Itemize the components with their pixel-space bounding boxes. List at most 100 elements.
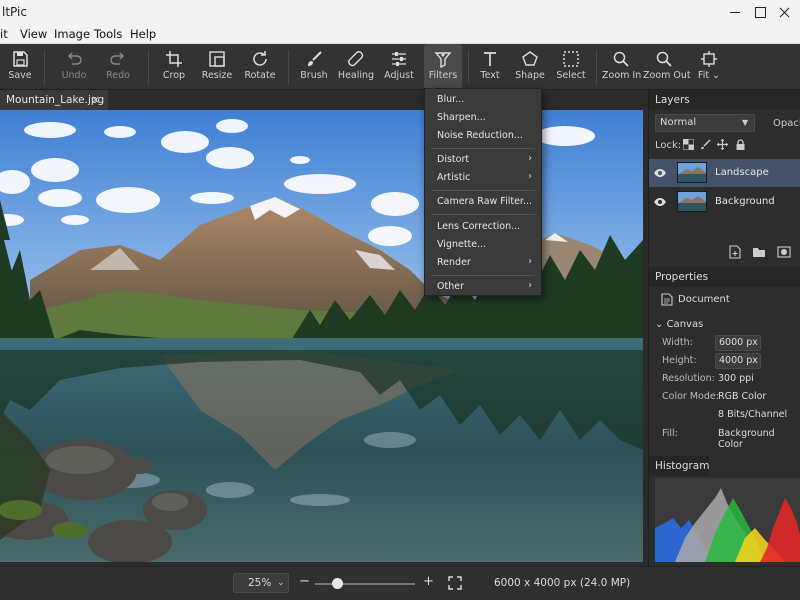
title-bar: ltPic (0, 0, 800, 24)
menu-item-noise-reduction[interactable]: Noise Reduction... (425, 127, 541, 145)
document-tab[interactable]: Mountain_Lake.jpg × (0, 90, 108, 110)
fit-button[interactable]: Fit ⌄ (692, 44, 726, 90)
properties-panel-header: Properties (649, 267, 800, 287)
tab-close-icon[interactable]: × (91, 93, 100, 106)
crop-button[interactable]: Crop (156, 44, 192, 90)
menu-item-vignette[interactable]: Vignette... (425, 236, 541, 254)
adjust-button[interactable]: Adjust (381, 44, 417, 90)
new-layer-icon[interactable] (728, 245, 742, 259)
chevron-down-icon: ⌄ (655, 319, 664, 330)
canvas-section-header[interactable]: ⌄ Canvas (655, 319, 703, 330)
menu-separator (431, 190, 535, 191)
chevron-down-icon: ⌄ (277, 578, 285, 588)
layers-panel-header: Layers (649, 90, 800, 110)
lock-pixels-icon[interactable] (700, 139, 711, 150)
resize-button[interactable]: Resize (199, 44, 235, 90)
fit-icon (692, 44, 726, 70)
image-canvas[interactable] (0, 110, 643, 562)
healing-icon (336, 44, 376, 70)
eye-icon[interactable] (654, 167, 666, 179)
status-bar: 25% ⌄ − + 6000 x 4000 px (24.0 MP) (0, 566, 800, 600)
rotate-button[interactable]: Rotate (242, 44, 278, 90)
histogram-panel-header: Histogram (649, 456, 709, 476)
layer-thumbnail (677, 191, 707, 212)
shape-button[interactable]: Shape (512, 44, 548, 90)
zoom-slider-track[interactable] (315, 583, 415, 585)
close-window-icon[interactable] (770, 0, 800, 24)
select-button[interactable]: Select (553, 44, 589, 90)
zoom-level-select[interactable]: 25% ⌄ (233, 573, 289, 593)
menu-image[interactable]: Image (54, 27, 90, 41)
brush-button[interactable]: Brush (296, 44, 332, 90)
menu-item-lens-correction[interactable]: Lens Correction... (425, 218, 541, 236)
toolbar: Save Undo Redo Crop Resize Rotate Brush … (0, 44, 800, 90)
opacity-label: Opacity (773, 118, 800, 129)
document-size-info: 6000 x 4000 px (24.0 MP) (494, 577, 631, 589)
crop-icon (156, 44, 192, 70)
chevron-down-icon: ▼ (742, 118, 749, 127)
document-label: Document (678, 294, 730, 305)
document-tab-bar: Mountain_Lake.jpg × (0, 90, 648, 110)
rotate-icon (242, 44, 278, 70)
undo-icon (56, 44, 92, 70)
chevron-right-icon: › (528, 256, 532, 267)
right-panel: Layers Normal ▼ Opacity Lock: Landscape … (648, 90, 800, 566)
zoom-in-button[interactable]: Zoom In (602, 44, 641, 90)
chevron-right-icon: › (528, 171, 532, 182)
zoom-in-small-button[interactable]: + (423, 574, 434, 589)
zoom-out-icon (643, 44, 685, 70)
chevron-right-icon: › (528, 153, 532, 164)
text-button[interactable]: Text (473, 44, 507, 90)
text-icon (473, 44, 507, 70)
folder-icon[interactable] (752, 245, 766, 259)
layer-thumbnail (677, 162, 707, 183)
document-icon (661, 293, 673, 306)
adjust-icon (381, 44, 417, 70)
menu-help[interactable]: Help (130, 27, 156, 41)
filters-icon (424, 44, 462, 70)
lock-all-icon[interactable] (735, 139, 746, 150)
lock-position-icon[interactable] (717, 139, 728, 150)
toolbar-separator (44, 50, 45, 84)
menu-view[interactable]: View (20, 27, 47, 41)
zoom-in-icon (602, 44, 640, 70)
chevron-down-icon: ⌄ (712, 70, 721, 81)
zoom-slider-handle[interactable] (332, 578, 343, 589)
redo-button[interactable]: Redo (100, 44, 136, 90)
menu-item-artistic[interactable]: Artistic › (425, 169, 541, 187)
save-icon (2, 44, 38, 70)
height-input[interactable]: 4000 px (715, 353, 761, 369)
healing-button[interactable]: Healing (336, 44, 376, 90)
menu-separator (431, 214, 535, 215)
fit-screen-icon[interactable] (448, 576, 462, 590)
undo-button[interactable]: Undo (56, 44, 92, 90)
app-title: ltPic (2, 5, 27, 19)
eye-icon[interactable] (654, 196, 666, 208)
toolbar-separator (148, 50, 149, 84)
filters-dropdown-menu: Blur... Sharpen... Noise Reduction... Di… (424, 88, 542, 296)
menu-item-render[interactable]: Render › (425, 254, 541, 272)
filters-button[interactable]: Filters (424, 44, 462, 90)
save-button[interactable]: Save (2, 44, 38, 90)
menu-item-other[interactable]: Other › (425, 278, 541, 296)
zoom-out-small-button[interactable]: − (299, 574, 310, 589)
width-input[interactable]: 6000 px (715, 335, 761, 351)
menu-item-sharpen[interactable]: Sharpen... (425, 109, 541, 127)
menu-item-distort[interactable]: Distort › (425, 151, 541, 169)
blend-mode-select[interactable]: Normal ▼ (655, 114, 755, 132)
select-icon (553, 44, 589, 70)
chevron-right-icon: › (528, 280, 532, 291)
layer-mask-icon[interactable] (777, 245, 791, 259)
layer-row-landscape[interactable]: Landscape (649, 159, 800, 187)
lock-transparency-icon[interactable] (682, 138, 695, 151)
tab-filename: Mountain_Lake.jpg (6, 94, 105, 106)
zoom-out-button[interactable]: Zoom Out (643, 44, 691, 90)
menu-separator (431, 148, 535, 149)
layer-row-background[interactable]: Background (649, 188, 800, 216)
toolbar-separator (468, 50, 469, 84)
menu-item-camera-raw-filter[interactable]: Camera Raw Filter... (425, 193, 541, 211)
menu-edit[interactable]: it (0, 27, 8, 41)
menu-separator (431, 275, 535, 276)
menu-item-blur[interactable]: Blur... (425, 91, 541, 109)
menu-tools[interactable]: Tools (94, 27, 122, 41)
